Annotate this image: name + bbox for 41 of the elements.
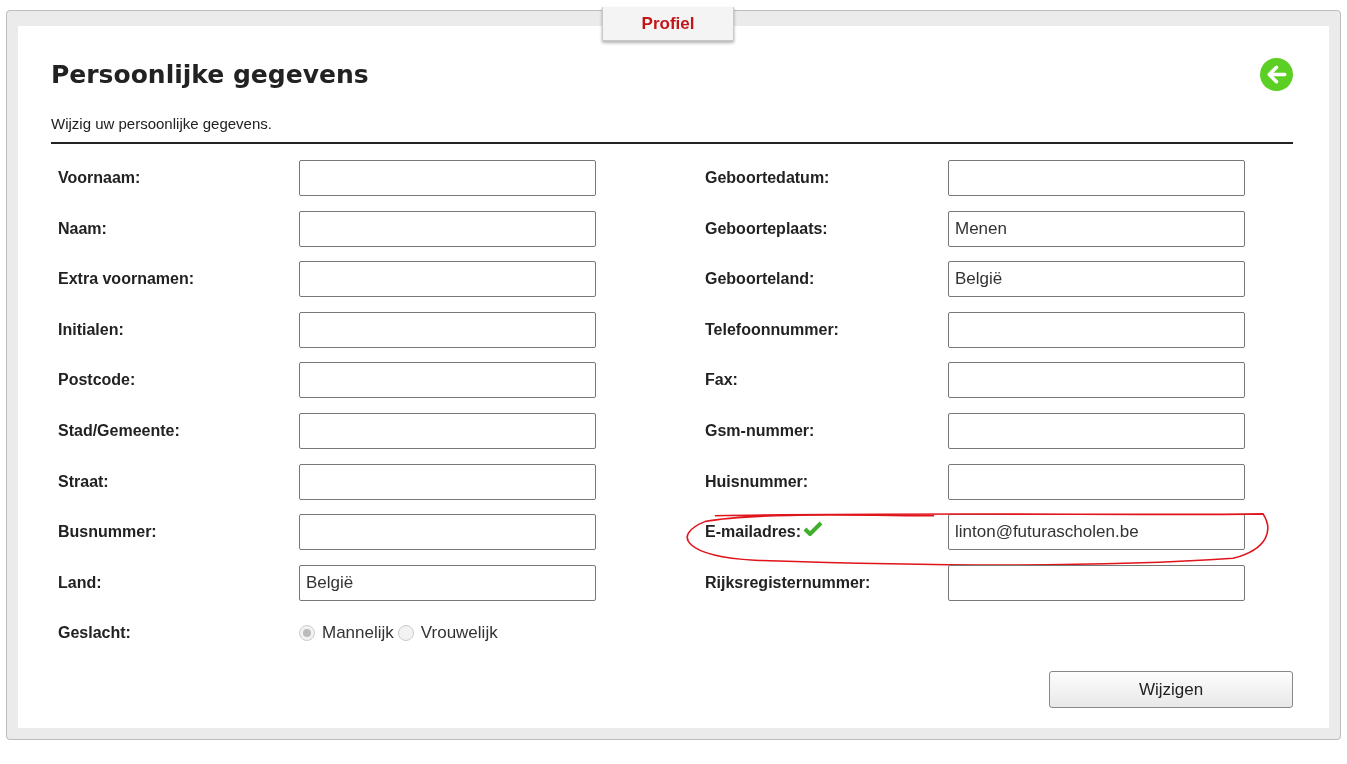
input-field[interactable] — [299, 160, 596, 196]
field-label: E-mailadres: — [705, 523, 802, 542]
field-label: Stad/Gemeente: — [58, 421, 181, 440]
field-label: Geboortedatum: — [705, 169, 830, 187]
field-label: Initialen: — [58, 320, 125, 339]
field-label: Huisnummer: — [705, 472, 809, 491]
field-label: Postcode: — [58, 371, 137, 390]
input-field[interactable] — [948, 160, 1245, 196]
field-label: Fax: — [705, 371, 738, 390]
field-label: Extra voornamen: — [58, 270, 196, 289]
field-label: Geboorteplaats: — [705, 219, 828, 238]
page-title: Persoonlijke gegevens — [51, 60, 369, 89]
profile-tab[interactable]: Profiel — [602, 7, 734, 41]
field-label: Land: — [58, 573, 103, 592]
field-label: Naam: — [58, 219, 108, 238]
input-field[interactable] — [299, 514, 596, 551]
field-label: Straat: — [58, 472, 110, 491]
input-field[interactable] — [299, 210, 596, 247]
change-button[interactable]: Wijzigen — [1049, 671, 1293, 709]
input-field[interactable]: linton@futurascholen.be — [948, 514, 1245, 551]
input-field[interactable] — [299, 463, 596, 500]
input-field[interactable] — [948, 362, 1245, 399]
input-field[interactable] — [299, 412, 596, 449]
field-label: Geboorteland: — [705, 270, 815, 289]
input-field[interactable] — [948, 463, 1245, 500]
input-field[interactable] — [299, 261, 596, 298]
input-field[interactable] — [948, 311, 1245, 348]
input-field[interactable] — [299, 362, 596, 399]
field-label: Telefoonnummer: — [705, 320, 839, 339]
field-label: Voornaam: — [58, 169, 142, 187]
input-field[interactable] — [299, 311, 596, 348]
input-field[interactable] — [948, 564, 1245, 601]
field-label: Rijksregisternummer: — [705, 573, 871, 592]
field-label: Gsm-nummer: — [705, 421, 815, 440]
page-subtitle: Wijzig uw persoonlijke gegevens. — [51, 115, 1293, 144]
input-field[interactable]: België — [948, 261, 1245, 298]
field-label: Geslacht: — [58, 624, 132, 643]
input-field[interactable] — [948, 412, 1245, 449]
input-field[interactable]: Menen — [948, 210, 1245, 247]
input-field[interactable]: België — [299, 564, 596, 601]
field-label: Busnummer: — [58, 523, 158, 542]
